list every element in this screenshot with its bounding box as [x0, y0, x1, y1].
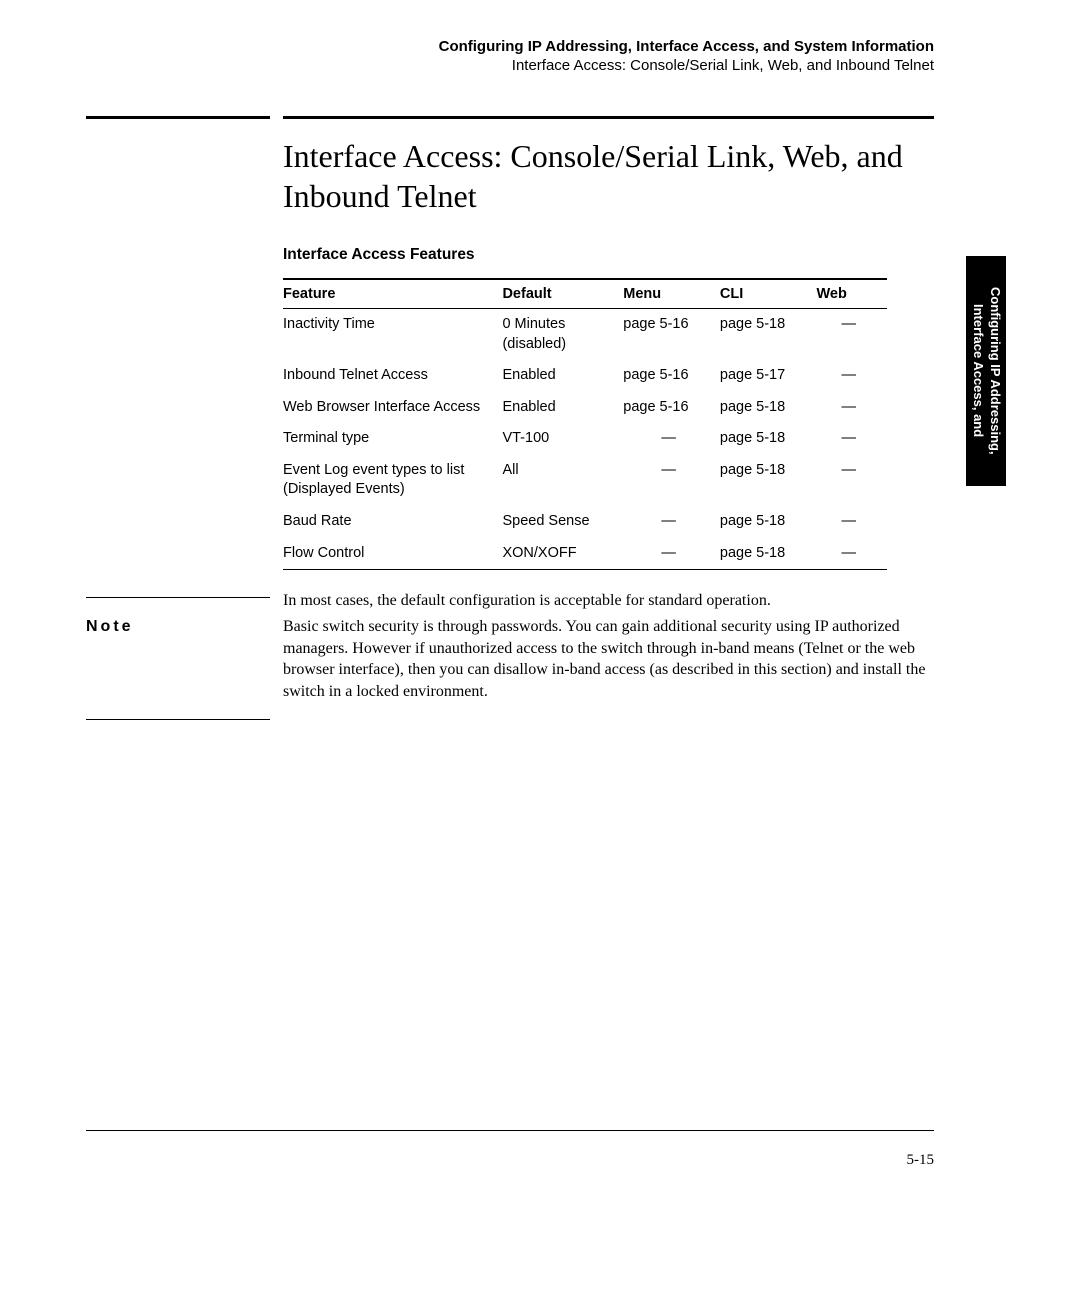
- cell-feature: Web Browser Interface Access: [283, 392, 502, 424]
- cell-menu: —: [623, 538, 720, 570]
- table-row: Web Browser Interface Access Enabled pag…: [283, 392, 887, 424]
- cell-cli: page 5-18: [720, 309, 817, 361]
- table-row: Inactivity Time 0 Minutes (disabled) pag…: [283, 309, 887, 361]
- table-row: Flow Control XON/XOFF — page 5-18 —: [283, 538, 887, 570]
- note-rule-top: [86, 597, 270, 598]
- table-caption: Interface Access Features: [283, 246, 934, 264]
- table-row: Event Log event types to list (Displayed…: [283, 455, 887, 506]
- cell-web: —: [817, 506, 888, 538]
- cell-default: 0 Minutes (disabled): [502, 309, 623, 361]
- note-rule-bottom: [86, 719, 270, 720]
- cell-web: —: [817, 360, 888, 392]
- cell-default: XON/XOFF: [502, 538, 623, 570]
- th-web: Web: [817, 279, 888, 309]
- cell-feature: Event Log event types to list (Displayed…: [283, 455, 502, 506]
- cell-menu: —: [623, 506, 720, 538]
- table-row: Inbound Telnet Access Enabled page 5-16 …: [283, 360, 887, 392]
- cell-cli: page 5-17: [720, 360, 817, 392]
- main-content: Interface Access: Console/Serial Link, W…: [283, 136, 934, 612]
- side-tab: Configuring IP Addressing, Interface Acc…: [966, 256, 1006, 486]
- cell-web: —: [817, 392, 888, 424]
- cell-web: —: [817, 309, 888, 361]
- cell-cli: page 5-18: [720, 423, 817, 455]
- rule-short: [86, 116, 270, 119]
- th-cli: CLI: [720, 279, 817, 309]
- th-menu: Menu: [623, 279, 720, 309]
- cell-default: All: [502, 455, 623, 506]
- cell-menu: page 5-16: [623, 392, 720, 424]
- bottom-rule: [86, 1130, 934, 1131]
- cell-feature: Flow Control: [283, 538, 502, 570]
- running-header: Configuring IP Addressing, Interface Acc…: [439, 38, 934, 74]
- cell-feature: Baud Rate: [283, 506, 502, 538]
- header-section-title: Interface Access: Console/Serial Link, W…: [439, 57, 934, 74]
- cell-feature: Inbound Telnet Access: [283, 360, 502, 392]
- cell-cli: page 5-18: [720, 455, 817, 506]
- cell-web: —: [817, 538, 888, 570]
- cell-cli: page 5-18: [720, 506, 817, 538]
- section-heading: Interface Access: Console/Serial Link, W…: [283, 136, 934, 216]
- table-row: Terminal type VT-100 — page 5-18 —: [283, 423, 887, 455]
- note-block: Note Basic switch security is through pa…: [86, 597, 934, 720]
- table-row: Baud Rate Speed Sense — page 5-18 —: [283, 506, 887, 538]
- side-tab-text: Configuring IP Addressing, Interface Acc…: [969, 287, 1003, 455]
- cell-default: Enabled: [502, 360, 623, 392]
- cell-menu: page 5-16: [623, 360, 720, 392]
- cell-web: —: [817, 455, 888, 506]
- cell-web: —: [817, 423, 888, 455]
- note-label: Note: [86, 616, 283, 702]
- cell-menu: —: [623, 455, 720, 506]
- cell-default: Enabled: [502, 392, 623, 424]
- cell-feature: Inactivity Time: [283, 309, 502, 361]
- table-header-row: Feature Default Menu CLI Web: [283, 279, 887, 309]
- th-default: Default: [502, 279, 623, 309]
- cell-menu: page 5-16: [623, 309, 720, 361]
- cell-cli: page 5-18: [720, 538, 817, 570]
- cell-default: VT-100: [502, 423, 623, 455]
- note-text: Basic switch security is through passwor…: [283, 616, 934, 702]
- cell-menu: —: [623, 423, 720, 455]
- cell-default: Speed Sense: [502, 506, 623, 538]
- cell-cli: page 5-18: [720, 392, 817, 424]
- cell-feature: Terminal type: [283, 423, 502, 455]
- header-chapter-title: Configuring IP Addressing, Interface Acc…: [439, 38, 934, 55]
- page-number: 5-15: [907, 1152, 935, 1169]
- rule-long: [283, 116, 934, 119]
- th-feature: Feature: [283, 279, 502, 309]
- features-table: Feature Default Menu CLI Web Inactivity …: [283, 278, 887, 570]
